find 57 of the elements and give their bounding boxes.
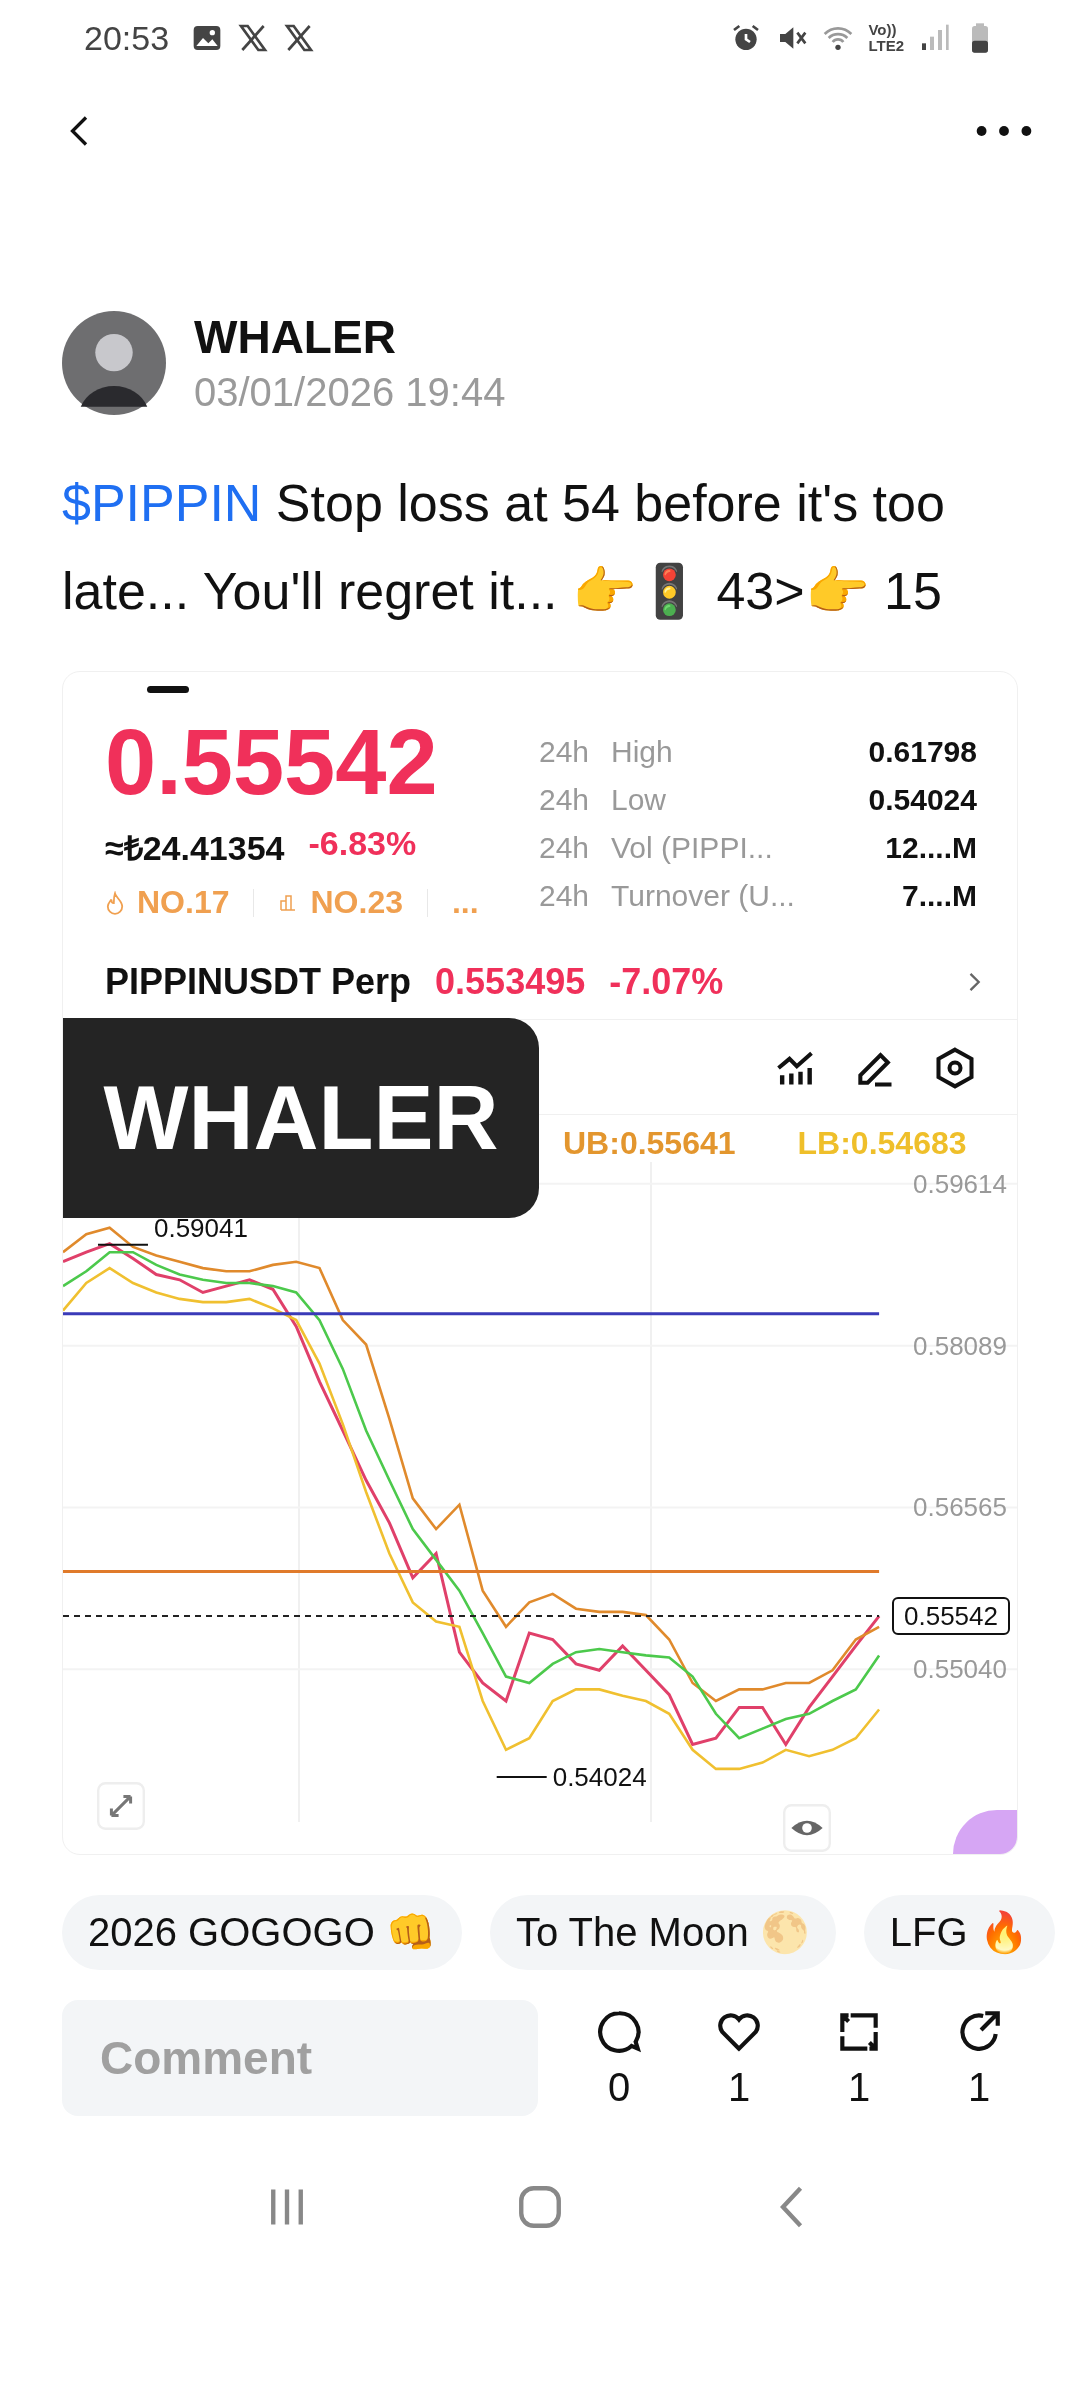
- perp-change: -7.07%: [609, 961, 724, 1003]
- axis-tick-label: 0.58089: [913, 1330, 1007, 1361]
- rank-label: NO.23: [310, 884, 403, 921]
- ticker-link[interactable]: $PIPPIN: [62, 474, 262, 532]
- embedded-screenshot[interactable]: [62, 671, 1018, 1855]
- fiat-price: ≈₺24.41354: [105, 828, 285, 869]
- topic-chip[interactable]: 2026 GOGOGO 👊: [62, 1895, 462, 1970]
- stat-value: 7....M: [901, 878, 977, 914]
- x-icon: [237, 22, 270, 54]
- avatar[interactable]: [62, 310, 166, 415]
- expand-icon[interactable]: [97, 1782, 145, 1830]
- price-change: -6.83%: [308, 824, 417, 864]
- x-icon: [283, 22, 316, 54]
- stat-value: 0.54024: [867, 782, 977, 818]
- stat-period: 24h: [539, 830, 591, 866]
- action-count: 0: [607, 2064, 631, 2110]
- author-name[interactable]: WHALER: [194, 310, 506, 364]
- topic-chip[interactable]: To The Moon 🌕: [489, 1895, 836, 1970]
- action-count: 1: [847, 2064, 871, 2110]
- stat-value: 0.61798: [867, 734, 977, 770]
- post-text: $PIPPIN Stop loss at 54 before it's too late... You'll regret it... 👉🚦 43>👉 15: [62, 473, 946, 622]
- stat-label: Low: [611, 782, 668, 818]
- indicator-value: LB:0.54683: [797, 1125, 967, 1162]
- current-price-label: 0.55542: [892, 1596, 1010, 1635]
- stat-label: Vol (PIPPI...: [611, 830, 774, 866]
- drag-handle: [147, 686, 189, 693]
- stat-label: High: [611, 734, 674, 770]
- stat-period: 24h: [539, 734, 591, 770]
- rank-label: NO.17: [137, 884, 230, 921]
- action-count: 1: [727, 2064, 751, 2110]
- rank-label: ...: [451, 884, 479, 921]
- flame-icon: [105, 890, 125, 915]
- post-date: 03/01/2026 19:44: [194, 370, 506, 415]
- action-count: 1: [967, 2064, 991, 2110]
- stat-value: 12....M: [884, 830, 977, 866]
- axis-tick-label: 0.56565: [913, 1492, 1007, 1523]
- last-price: 0.55542: [105, 712, 439, 812]
- indicator-value: UB:0.55641: [563, 1125, 736, 1162]
- leader-line: [495, 1776, 548, 1778]
- perp-price: 0.553495: [435, 961, 586, 1003]
- stat-period: 24h: [539, 782, 591, 818]
- chevron-right-icon[interactable]: [967, 970, 981, 994]
- axis-tick-label: 0.55040: [913, 1654, 1007, 1685]
- comment-field[interactable]: Comment: [62, 2000, 538, 2116]
- axis-tick-label: 0.59614: [913, 1168, 1007, 1199]
- settings-icon[interactable]: [933, 1046, 977, 1090]
- perp-name[interactable]: PIPPINUSDT Perp: [105, 961, 412, 1003]
- status-time: 20:53: [84, 18, 170, 58]
- eye-icon[interactable]: [783, 1804, 831, 1852]
- more-icon[interactable]: [976, 125, 1032, 137]
- topic-chip[interactable]: LFG 🔥: [863, 1895, 1055, 1970]
- stat-period: 24h: [539, 878, 591, 914]
- extreme-label: 0.54024: [552, 1762, 647, 1792]
- leader-line: [97, 1243, 149, 1246]
- stat-label: Turnover (U...: [611, 878, 796, 914]
- network-label: Vo)) LTE2: [868, 22, 904, 54]
- watermark-label: WHALER: [63, 1018, 539, 1218]
